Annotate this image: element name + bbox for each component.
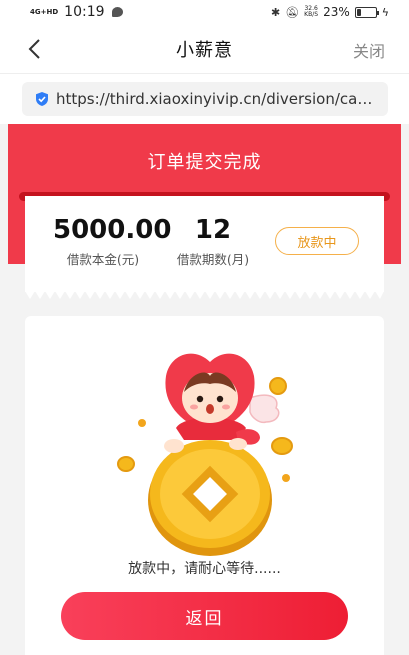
status-right: ✱ 🔕︎ 32.6 KB/S 23% ϟ (271, 5, 389, 19)
url-area: https://third.xiaoxinyivip.cn/diversion/… (0, 74, 409, 124)
battery-icon (354, 6, 379, 18)
page-title: 小薪意 (176, 39, 233, 61)
close-button[interactable]: 关闭 (353, 38, 385, 62)
battery-percent: 23% (323, 5, 350, 19)
principal-stat: 5000.00 借款本金(元) (53, 214, 172, 268)
status-badge: 放款中 (275, 227, 359, 255)
term-stat: 12 借款期数(月) (173, 214, 253, 268)
mute-icon: 🔕︎ (285, 5, 300, 19)
status-left: 4G+HD 10:19 (30, 4, 123, 20)
network-indicator: 4G+HD (30, 7, 59, 16)
order-status-title: 订单提交完成 (147, 152, 262, 173)
nav-bar: 小薪意 关闭 (0, 24, 409, 74)
back-button[interactable] (24, 37, 48, 61)
status-bar: 4G+HD 10:19 ✱ 🔕︎ 32.6 KB/S 23% ϟ (0, 0, 409, 24)
term-label: 借款期数(月) (176, 252, 250, 267)
waiting-message: 放款中，请耐心等待...... (128, 561, 281, 577)
wing-icon (249, 394, 280, 424)
mascot-coin-illustration (117, 353, 293, 556)
small-coin-icon (271, 437, 293, 455)
url-text: https://third.xiaoxinyivip.cn/diversion/… (56, 90, 378, 108)
ticket-edge (25, 291, 384, 299)
bluetooth-icon: ✱ (270, 5, 281, 19)
speed-unit: KB/S (304, 11, 319, 18)
charging-icon: ϟ (381, 5, 389, 19)
clock: 10:19 (64, 4, 105, 20)
message-icon (111, 7, 123, 17)
sparkle-icon (138, 419, 146, 427)
url-bar[interactable]: https://third.xiaoxinyivip.cn/diversion/… (22, 82, 388, 116)
main-card: 放款中，请耐心等待...... 返回 (25, 316, 384, 655)
principal-value: 5000.00 (53, 215, 172, 245)
chevron-left-icon (28, 39, 40, 59)
small-coin-icon (269, 377, 287, 395)
shield-check-icon (36, 92, 48, 106)
page: 4G+HD 10:19 ✱ 🔕︎ 32.6 KB/S 23% ϟ 小薪意 关闭 (0, 0, 409, 655)
term-value: 12 (194, 215, 232, 245)
return-button[interactable]: 返回 (61, 592, 348, 640)
small-coin-icon (117, 456, 135, 472)
loan-summary-card: 5000.00 借款本金(元) 12 借款期数(月) 放款中 (25, 196, 384, 292)
network-speed: 32.6 KB/S (304, 6, 318, 18)
principal-label: 借款本金(元) (66, 252, 140, 267)
sparkle-icon (282, 474, 290, 482)
battery-level (356, 8, 361, 16)
